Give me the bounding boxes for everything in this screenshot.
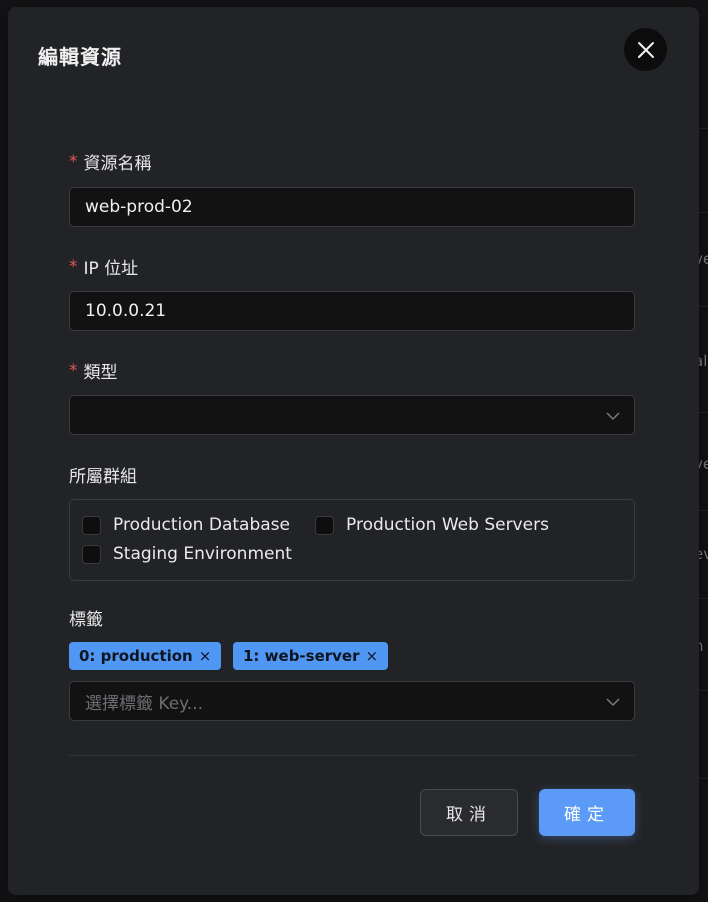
modal-title: 編輯資源 [38,45,122,69]
cancel-button[interactable]: 取消 [420,789,518,836]
chevron-down-icon [606,412,620,421]
tag-chip-label: 1: web-server [243,647,360,665]
tag-chip: 1: web-server × [233,642,389,670]
close-button[interactable] [624,28,667,71]
ip-address-value: 10.0.0.21 [85,301,167,321]
ip-address-label: * IP 位址 [69,254,139,280]
group-option-production-web-servers[interactable]: Production Web Servers [315,515,549,535]
groups-label-text: 所屬群組 [69,467,137,487]
checkbox[interactable] [315,515,334,535]
checkbox[interactable] [82,544,101,564]
required-marker: * [69,151,78,172]
tag-key-select[interactable]: 選擇標籤 Key... [69,681,635,721]
tag-remove-icon[interactable]: × [366,647,379,665]
resource-name-label-text: 資源名稱 [83,154,152,174]
group-option-label: Production Database [113,515,290,535]
ip-address-input[interactable]: 10.0.0.21 [69,291,635,331]
group-option-staging-environment[interactable]: Staging Environment [82,544,292,564]
tag-key-placeholder: 選擇標籤 Key... [85,693,204,714]
type-label: * 類型 [69,358,118,384]
groups-checkbox-group: Production Database Production Web Serve… [69,499,635,581]
required-marker: * [69,256,78,277]
resource-name-value: web-prod-02 [85,197,193,217]
close-icon [637,41,654,58]
type-select[interactable] [69,395,635,435]
resource-name-label: * 資源名稱 [69,149,152,175]
tag-chip: 0: production × [69,642,222,670]
confirm-button[interactable]: 確定 [539,789,635,836]
groups-label: 所屬群組 [69,462,137,487]
group-option-production-database[interactable]: Production Database [82,515,290,535]
required-marker: * [69,360,78,381]
type-label-text: 類型 [83,363,118,383]
group-option-label: Production Web Servers [346,515,549,535]
chevron-down-icon [606,698,620,707]
tags-label: 標籤 [69,605,103,630]
ip-address-label-text: IP 位址 [83,259,139,279]
tags-label-text: 標籤 [69,610,103,630]
tag-remove-icon[interactable]: × [199,647,212,665]
checkbox[interactable] [82,515,101,535]
edit-resource-modal: 編輯資源 * 資源名稱 web-prod-02 * IP 位址 10.0.0.2… [8,7,699,895]
footer-divider [69,755,635,756]
resource-name-input[interactable]: web-prod-02 [69,187,635,227]
tag-chip-label: 0: production [79,647,193,665]
group-option-label: Staging Environment [113,544,292,564]
